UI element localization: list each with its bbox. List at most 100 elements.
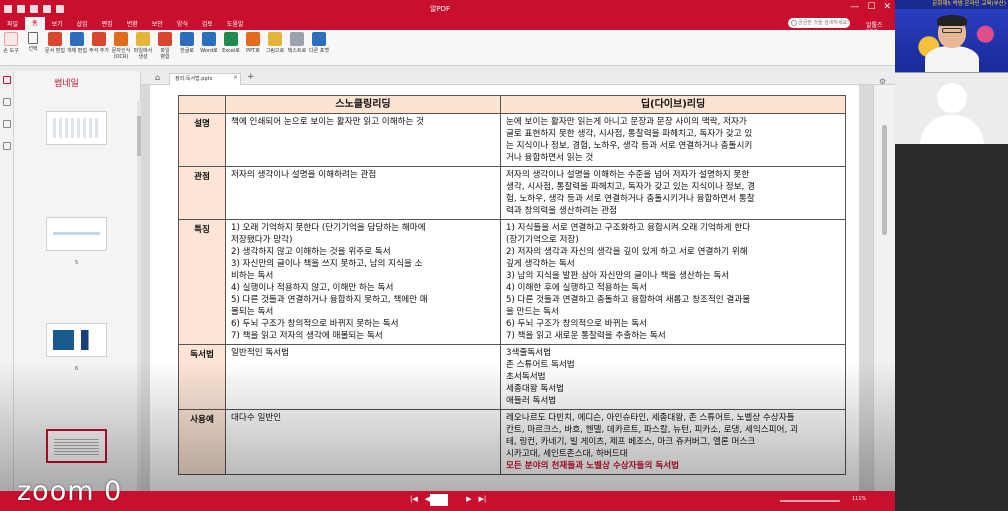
comparison-table: 스노클링리딩 딥(다이브)리딩 설명 책에 인쇄되어 눈으로 보이는 활자만 읽고… (178, 95, 846, 475)
tool-button-10[interactable]: Excel로 (222, 30, 240, 54)
page-thumbnail[interactable] (46, 111, 107, 145)
cell-line: 존 스튜어트 독서법 (506, 360, 575, 370)
cell-line: 눈에 보이는 활자만 읽는게 아니고 문장과 문장 사이의 맥락, 저자가 (506, 117, 747, 127)
cell-line: 4) 실행이나 적용하지 않고, 이해만 하는 독서 (231, 283, 394, 293)
tool-label-line2: (OCR) (113, 54, 129, 60)
menu-view[interactable]: 보기 (45, 19, 70, 28)
tool-button-7[interactable]: 파일 병합 (156, 30, 174, 60)
table-body: 설명 책에 인쇄되어 눈으로 보이는 활자만 읽고 이해하는 것 눈에 보이는 활자… (178, 113, 846, 475)
menu-form[interactable]: 양식 (170, 19, 195, 28)
tool-label: Word로 (200, 48, 218, 54)
menu-security[interactable]: 보안 (145, 19, 170, 28)
default-avatar-body (920, 115, 984, 145)
last-page-button[interactable]: ▶| (479, 495, 487, 503)
tool-label: 다른 포맷 (309, 48, 329, 54)
menu-review[interactable]: 검토 (195, 19, 220, 28)
page-thumbnail[interactable]: 6 (46, 323, 107, 372)
menu-insert[interactable]: 삽입 (70, 19, 95, 28)
redo-icon[interactable] (56, 4, 64, 13)
tool-button-13[interactable]: 텍스트로 (288, 30, 306, 54)
tool-button-6[interactable]: 파일에서 생성 (134, 30, 152, 60)
save-icon[interactable] (4, 4, 12, 13)
tool-button-3[interactable]: 개체 편집 (67, 30, 87, 54)
tool-button-8[interactable]: 한글로 (178, 30, 196, 54)
page-thumbnail-number: 6 (75, 366, 79, 372)
maximize-button[interactable]: ☐ (867, 2, 875, 12)
tool-label: Excel로 (222, 48, 240, 54)
document-tab[interactable]: 정리:독서법.pptx (169, 73, 241, 85)
close-button[interactable]: ✕ (883, 2, 891, 12)
home-tab-icon[interactable]: ⌂ (155, 73, 160, 82)
tool-label-line2: 병합 (160, 54, 170, 60)
cell-line: 저자의 생각이나 설명을 이해하려는 관점 (231, 170, 377, 180)
video-tile-presenter[interactable]: 문화재5 박범 온라인 교육(부산) (895, 0, 1008, 72)
tool-button-4[interactable]: 주석 추가 (89, 30, 109, 54)
cell-line: 비하는 독서 (231, 271, 274, 281)
tool-button-9[interactable]: Word로 (200, 30, 218, 54)
ppt-icon (246, 32, 260, 46)
cell-line: 2) 저자의 생각과 자신의 생각을 깊이 있게 하고 서로 연결하기 위해 (506, 247, 748, 257)
first-page-button[interactable]: |◀ (410, 495, 418, 503)
bookmark-icon[interactable] (3, 98, 11, 106)
zoom-slider[interactable] (780, 500, 840, 502)
minimize-button[interactable]: — (850, 2, 859, 12)
tool-button-14[interactable]: 다른 포맷 (309, 30, 329, 54)
tool-button-12[interactable]: 그림으로 (266, 30, 284, 54)
tool-label: PPT로 (246, 48, 260, 54)
table-row: 특징 1) 오래 기억하지 못한다 (단기기억을 담당하는 해마에 저장됐다가 망… (178, 219, 846, 345)
cell-line: 칸트, 마르크스, 바흐, 헨델, 데카르트, 파스칼, 뉴턴, 피카소, 로댕… (506, 425, 798, 435)
search-input[interactable]: 궁금한 것을 검색하세요! (788, 18, 850, 28)
next-page-button[interactable]: ▶ (466, 495, 471, 503)
word-icon (202, 32, 216, 46)
open-icon[interactable] (17, 4, 25, 13)
merge-icon (158, 32, 172, 46)
menu-help[interactable]: 도움말 (220, 19, 251, 28)
document-viewport[interactable]: 스노클링리딩 딥(다이브)리딩 설명 책에 인쇄되어 눈으로 보이는 활자만 읽고… (141, 85, 873, 491)
page-thumbnail[interactable]: 5 (46, 217, 107, 266)
page-thumbnail-selected[interactable] (46, 429, 107, 463)
tool-button-11[interactable]: PPT로 (244, 30, 262, 54)
cell-line: 몰되는 독서 (231, 307, 274, 317)
new-tab-button[interactable]: + (247, 72, 255, 82)
document-vertical-scrollbar[interactable] (873, 85, 895, 491)
cell-line: 테, 링컨, 카네기, 빌 게이츠, 제프 베조스, 마크 쥬커버그, 엘론 머… (506, 437, 756, 447)
cell-line: 7) 책을 읽고 저자의 생각에 매몰되는 독서 (231, 331, 383, 341)
snorkeling-cell: 일반적인 독서법 (225, 344, 501, 410)
menu-edit[interactable]: 편집 (95, 19, 120, 28)
search-icon[interactable] (3, 142, 11, 150)
tool-label: 선택 (28, 46, 38, 52)
default-avatar-icon (937, 83, 967, 113)
emphasis-line: 모든 분야의 천재들과 노벨상 수상자들의 독서법 (506, 461, 680, 471)
cell-line: 을 만드는 독서 (506, 307, 559, 317)
close-tab-icon[interactable]: × (233, 74, 238, 81)
table-row: 관점 저자의 생각이나 설명을 이해하려는 관점 저자의 생각이나 설명을 이해하는… (178, 166, 846, 220)
page-thumbnail-number: 5 (75, 260, 79, 266)
ocr-icon (114, 32, 128, 46)
tool-button-1[interactable]: 선택 (24, 30, 42, 52)
video-tile-participant[interactable] (895, 72, 1008, 145)
tool-button-0[interactable]: 손 도구 (2, 30, 20, 54)
menu-convert[interactable]: 변환 (120, 19, 145, 28)
page-number-input[interactable] (430, 494, 448, 506)
app-title: 알PDF (430, 5, 451, 13)
presenter-body (925, 46, 979, 72)
tool-label-line2: 생성 (138, 54, 148, 60)
cell-line: 일반적인 독서법 (231, 348, 290, 358)
attachment-icon[interactable] (3, 120, 11, 128)
snorkeling-cell: 책에 인쇄되어 눈으로 보이는 활자만 읽고 이해하는 것 (225, 113, 501, 167)
thumbnail-panel-icon[interactable] (3, 76, 11, 84)
object-edit-icon (70, 32, 84, 46)
menu-file[interactable]: 파일 (0, 19, 25, 28)
print-icon[interactable] (30, 4, 38, 13)
excel-icon (224, 32, 238, 46)
menu-home[interactable]: 홈 (25, 17, 45, 30)
thumbnail-panel-title: 썸네일 (54, 79, 79, 89)
cell-line: 깊게 생각하는 독서 (506, 259, 575, 269)
tool-button-5[interactable]: 문자인식 (OCR) (112, 30, 130, 60)
zoom-level: 111% (852, 496, 867, 502)
cell-line: 2) 생각하지 않고 이해하는 것을 위주로 독서 (231, 247, 391, 257)
undo-icon[interactable] (43, 4, 51, 13)
table-row: 설명 책에 인쇄되어 눈으로 보이는 활자만 읽고 이해하는 것 눈에 보이는 활자… (178, 113, 846, 167)
cell-line: 레오나르도 다빈치, 에디슨, 아인슈타인, 세종대왕, 존 스튜어트, 노벨상… (506, 413, 795, 423)
tool-button-2[interactable]: 문서 편집 (45, 30, 65, 54)
